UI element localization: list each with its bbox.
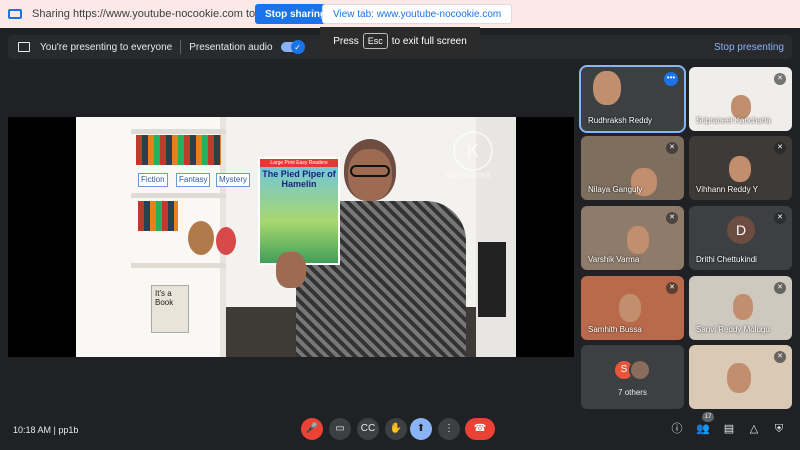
presenter-hand xyxy=(276,252,306,288)
shelf-plank xyxy=(131,193,226,198)
toy xyxy=(216,227,236,255)
fullscreen-hint: Press Esc to exit full screen xyxy=(320,27,480,55)
shelf-label: Fiction xyxy=(138,173,168,187)
shelf-book: It's a Book xyxy=(151,285,189,333)
mic-off-icon: ✕ xyxy=(666,282,678,294)
meeting-code: pp1b xyxy=(58,425,79,435)
participant-tile[interactable]: ✕ Sanvi Reddy Molugu xyxy=(689,276,792,340)
book-row xyxy=(138,201,178,231)
teddy-bear xyxy=(188,221,214,255)
avatar-photo xyxy=(629,359,651,381)
fullscreen-hint-suffix: to exit full screen xyxy=(391,35,467,47)
presenting-text: You're presenting to everyone xyxy=(40,41,173,53)
participant-tile[interactable]: D ✕ Drithi Chettukindi xyxy=(689,206,792,270)
held-book: Large Print Easy Readers The Pied Piper … xyxy=(258,157,340,265)
mic-off-icon: ✕ xyxy=(774,142,786,154)
info-icon[interactable]: ⓘ xyxy=(670,422,684,436)
participant-name: Sripraneel Kancharla xyxy=(696,116,771,125)
participant-video xyxy=(593,71,621,105)
chat-icon[interactable]: ▤ xyxy=(722,422,736,436)
stop-presenting-button[interactable]: Stop presenting xyxy=(714,42,784,53)
shelf-plank xyxy=(131,263,226,268)
shelf-label: Fantasy xyxy=(176,173,211,187)
shelf-plank xyxy=(131,129,226,134)
participant-name: Rudhraksh Reddy xyxy=(588,116,653,125)
participant-tile[interactable]: ✕ Varshik Varma xyxy=(581,206,684,270)
hangup-button[interactable]: ☎ xyxy=(465,418,495,440)
participant-video xyxy=(733,294,753,320)
participant-video xyxy=(619,294,641,322)
mic-off-icon: ✕ xyxy=(774,351,786,363)
participant-video xyxy=(727,363,751,393)
glasses xyxy=(350,165,390,177)
camera-button[interactable]: ▭ xyxy=(329,418,351,440)
time-text: 10:18 AM xyxy=(13,425,52,435)
mic-off-icon: ✕ xyxy=(774,212,786,224)
presentation-video[interactable]: It's a Book Fiction Fantasy Mystery Larg… xyxy=(8,117,574,357)
esc-key: Esc xyxy=(362,33,388,49)
bottom-control-bar: 10:18 AM | pp1b 🎤 ▭ CC ✋ ⬆ ⋮ ☎ ⓘ 👥 ▤ △ ⛨ xyxy=(0,410,800,450)
held-book-series: Large Print Easy Readers xyxy=(260,159,338,167)
shelf-label: Mystery xyxy=(216,173,250,187)
watermark-logo-icon: K xyxy=(453,131,493,171)
participant-tile[interactable]: ✕ Samhith Bussa xyxy=(581,276,684,340)
mic-off-icon: ✕ xyxy=(774,282,786,294)
more-options-icon[interactable]: ••• xyxy=(664,72,678,86)
participant-tile[interactable]: ✕ Vihhann Reddy Y xyxy=(689,136,792,200)
participant-tile[interactable]: ✕ Sripraneel Kancharla xyxy=(689,67,792,131)
mic-off-icon: ✕ xyxy=(666,212,678,224)
others-tile[interactable]: S 7 others xyxy=(581,345,684,409)
video-scene: It's a Book Fiction Fantasy Mystery Larg… xyxy=(76,117,516,357)
participant-name: Drithi Chettukindi xyxy=(696,255,757,264)
participant-name: Sanvi Reddy Molugu xyxy=(696,325,770,334)
held-book-title: The Pied Piper of Hamelin xyxy=(262,169,336,189)
mic-off-icon: ✕ xyxy=(666,142,678,154)
more-options-button[interactable]: ⋮ xyxy=(438,418,460,440)
avatar: D xyxy=(727,216,755,244)
participant-tile[interactable]: ✕ xyxy=(689,345,792,409)
captions-button[interactable]: CC xyxy=(357,418,379,440)
bookshelf: It's a Book xyxy=(76,117,236,357)
participant-tile[interactable]: ✕ Nilaya Ganguly xyxy=(581,136,684,200)
fullscreen-hint-prefix: Press xyxy=(333,35,359,47)
presentation-audio-toggle[interactable]: ✓ xyxy=(280,40,305,54)
mic-off-icon: ✕ xyxy=(774,73,786,85)
participant-name: Varshik Varma xyxy=(588,255,640,264)
sharing-bar: Sharing https://www.youtube-nocookie.com… xyxy=(0,0,800,28)
mic-off-button[interactable]: 🎤 xyxy=(301,418,323,440)
shield-icon[interactable]: ⛨ xyxy=(772,422,786,436)
book-row xyxy=(136,135,221,165)
presentation-audio-label: Presentation audio xyxy=(189,41,273,53)
screen-share-icon xyxy=(8,9,22,19)
participant-count-badge: 17 xyxy=(702,412,714,422)
others-avatars: S xyxy=(613,359,651,381)
participant-video xyxy=(729,156,751,182)
monitor xyxy=(478,242,506,317)
participant-video xyxy=(627,226,649,254)
divider xyxy=(180,40,182,54)
watermark-text: SAVEPASTER xyxy=(445,173,491,180)
participant-name: Samhith Bussa xyxy=(588,325,642,334)
people-icon[interactable]: 👥 xyxy=(696,422,710,436)
present-screen-icon xyxy=(18,42,30,52)
participant-name: Nilaya Ganguly xyxy=(588,185,643,194)
others-count: 7 others xyxy=(618,388,647,397)
activities-icon[interactable]: △ xyxy=(747,422,761,436)
participant-tile[interactable]: ••• Rudhraksh Reddy xyxy=(579,65,686,133)
view-tab-button[interactable]: View tab: www.youtube-nocookie.com xyxy=(322,4,513,24)
raise-hand-button[interactable]: ✋ xyxy=(385,418,407,440)
participant-name: Vihhann Reddy Y xyxy=(696,185,758,194)
check-icon: ✓ xyxy=(290,40,305,54)
present-button[interactable]: ⬆ xyxy=(410,418,432,440)
meeting-clock: 10:18 AM | pp1b xyxy=(13,425,78,435)
